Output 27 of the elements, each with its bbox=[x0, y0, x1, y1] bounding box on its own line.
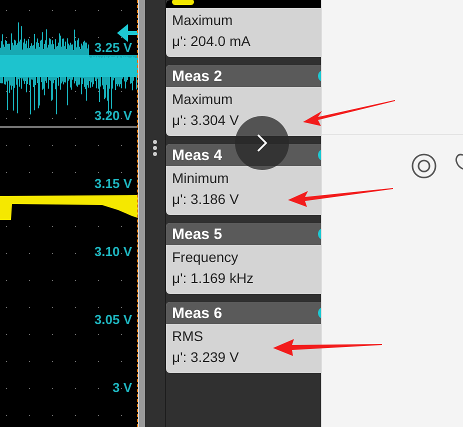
scale-label: 3.25 V bbox=[94, 40, 132, 56]
statistic-label: Maximum bbox=[172, 11, 234, 30]
chevron-right-icon bbox=[256, 133, 268, 153]
measurement-value: μ': 1.169 kHz bbox=[172, 269, 255, 288]
measurement-card[interactable]: Meas 5 Frequency μ': 1.169 kHz bbox=[166, 223, 321, 294]
measurement-value: μ': 204.0 mA bbox=[172, 32, 252, 51]
scale-label: 3.20 V bbox=[94, 108, 132, 124]
statistic-label: Frequency bbox=[172, 248, 240, 267]
scale-label: 3 V bbox=[112, 380, 132, 396]
measurement-card[interactable]: Meas 2 Maximum μ': 3.304 V bbox=[166, 65, 321, 136]
statistic-label: RMS bbox=[172, 327, 204, 346]
measurement-title: Meas 6 bbox=[172, 304, 222, 322]
target-icon[interactable] bbox=[411, 153, 437, 179]
statistic-label: Maximum bbox=[172, 90, 234, 109]
measurement-value: μ': 3.186 V bbox=[172, 190, 240, 209]
measurement-title: Meas 2 bbox=[172, 68, 222, 84]
scale-label: 3.15 V bbox=[94, 176, 132, 192]
measurement-value: μ': 3.304 V bbox=[172, 111, 240, 130]
statistic-label: Minimum bbox=[172, 169, 230, 188]
measurement-value: μ': 3.239 V bbox=[172, 348, 240, 367]
measurement-card[interactable]: Maximum μ': 204.0 mA bbox=[166, 0, 321, 57]
drag-handle-icon[interactable] bbox=[152, 139, 158, 157]
measurement-title: Meas 4 bbox=[172, 146, 222, 164]
measurement-card[interactable]: Meas 6 RMS μ': 3.239 V bbox=[166, 302, 321, 373]
scale-label: 3.10 V bbox=[94, 244, 132, 260]
measurement-title: Meas 5 bbox=[172, 226, 222, 242]
scale-label: 3.05 V bbox=[94, 312, 132, 328]
